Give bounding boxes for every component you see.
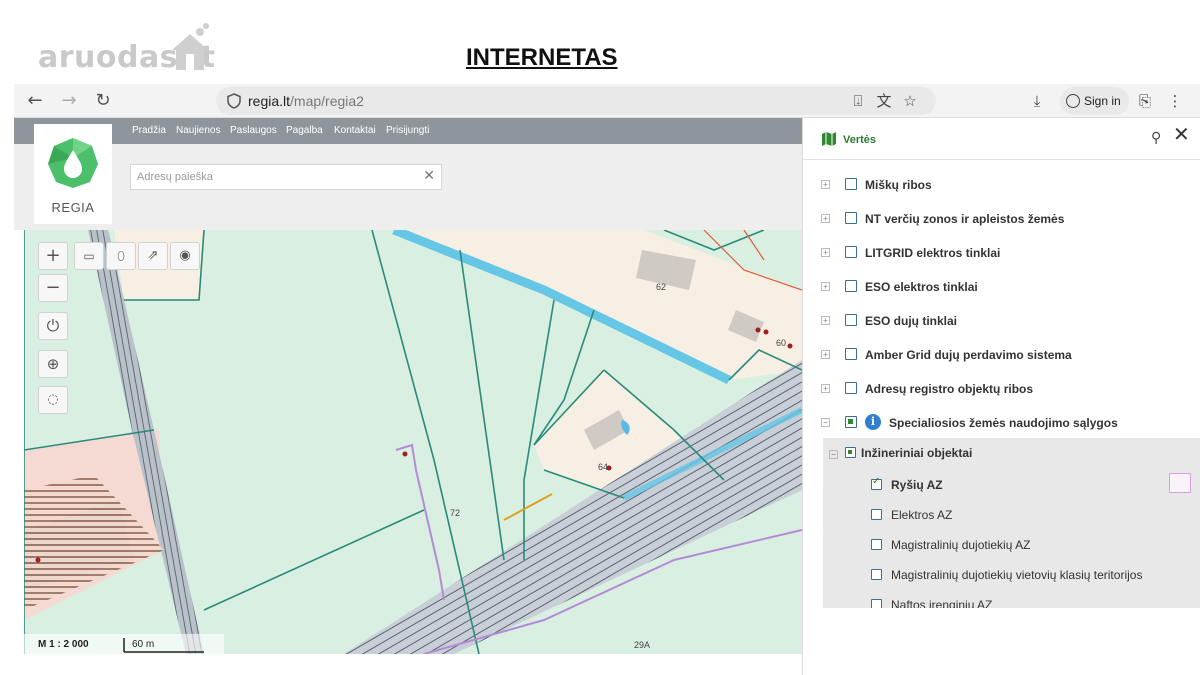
layer-item[interactable]: + ESO elektros tinklai [803,270,1200,304]
layer-item[interactable]: + LITGRID elektros tinklai [803,236,1200,270]
sublayer-item[interactable]: Ryšių AZ [823,470,1200,500]
address-search-input[interactable] [131,165,411,189]
expand-icon[interactable]: + [821,282,830,291]
collapse-icon[interactable]: − [821,418,830,427]
crosshair-icon[interactable]: ⊕ [38,350,68,378]
nav-services[interactable]: Paslaugos [230,125,277,136]
layer-checkbox[interactable] [871,476,882,490]
mouse-icon[interactable]: ⬯ [106,242,136,270]
layer-checkbox[interactable] [871,509,882,520]
sublayer-item[interactable]: Magistralinių dujotiekių vietovių klasių… [823,560,1200,590]
scale-bar: M 1 : 2 000 60 m [24,634,224,654]
unpin-icon[interactable]: ⚲ [1151,130,1161,146]
lasso-icon[interactable]: ◌ [38,386,68,414]
sublayer-group[interactable]: − Inžineriniai objektai [823,438,1200,468]
nav-login[interactable]: Prisijungti [386,125,429,136]
expand-icon[interactable]: + [821,384,830,393]
locate-icon[interactable]: ◉ [170,242,200,270]
layer-checkbox[interactable] [845,246,857,258]
clear-icon[interactable]: ✕ [423,168,435,184]
layer-checkbox[interactable] [871,569,882,580]
info-icon[interactable]: i [865,414,881,430]
layer-checkbox[interactable] [871,539,882,550]
layers-panel: Vertės ⚲ ✕ + Miškų ribos + NT verčių zon… [802,118,1200,675]
sublayer-list: − Inžineriniai objektai Ryšių AZ Elektro… [823,438,1200,608]
site-info-icon[interactable] [226,93,242,109]
sublayer-item[interactable]: Magistralinių dujotiekių AZ [823,530,1200,560]
expand-icon[interactable]: + [821,350,830,359]
slide-title: INTERNETAS [466,44,618,71]
layer-checkbox[interactable] [845,382,857,394]
layer-checkbox[interactable] [871,599,882,608]
layer-checkbox[interactable] [845,416,857,428]
layer-item[interactable]: + ESO dujų tinklai [803,304,1200,338]
map-label: 72 [450,508,461,518]
house-logo-icon [172,23,209,70]
nav-help[interactable]: Pagalba [286,125,323,136]
site-nav: Pradžia Naujienos Paslaugos Pagalba Kont… [14,118,802,144]
layer-item[interactable]: + Miškų ribos [803,168,1200,202]
regia-logo-icon [48,138,98,188]
layer-item[interactable]: + NT verčių zonos ir apleistos žemės [803,202,1200,236]
layer-checkbox[interactable] [845,314,857,326]
forward-arrow-icon[interactable]: → [58,90,80,112]
extensions-icon[interactable]: ⎘ [1134,90,1156,112]
layer-checkbox[interactable] [845,348,857,360]
menu-dots-icon[interactable]: ⋮ [1164,90,1186,112]
downloads-icon[interactable]: ⤓ [1026,90,1048,112]
measure-icon[interactable]: ▭ [74,242,104,270]
regia-logo[interactable]: REGIA [34,124,112,224]
map-label: 60 [776,338,787,348]
profile-icon [1066,94,1080,108]
layer-checkbox[interactable] [845,280,857,292]
map-label: 29A [634,640,651,650]
url-bar[interactable]: regia.lt/map/regia2 ⍗ 文 ☆ [216,87,936,115]
site-header: Pradžia Naujienos Paslaugos Pagalba Kont… [14,118,802,230]
install-app-icon[interactable]: ⍗ [848,91,868,111]
map-icon [822,132,836,146]
legend-swatch [1169,473,1191,493]
zoom-out-button[interactable]: − [38,274,68,302]
layer-item[interactable]: + Adresų registro objektų ribos [803,372,1200,406]
power-icon[interactable]: ⏻ [38,312,68,340]
nav-contacts[interactable]: Kontaktai [334,125,376,136]
expand-icon[interactable]: + [821,180,830,189]
panel-header: Vertės ⚲ ✕ [803,118,1200,160]
sublayer-item[interactable]: Naftos įrenginių AZ [823,590,1200,608]
map-view[interactable]: 62 60 72 64 29A + − ▭ ⬯ ⇗ ◉ ⏻ ⊕ ◌ M 1 : … [24,230,802,654]
layer-checkbox[interactable] [845,212,857,224]
nav-home[interactable]: Pradžia [132,125,166,136]
layer-item[interactable]: + Amber Grid dujų perdavimo sistema [803,338,1200,372]
expand-icon[interactable]: + [821,214,830,223]
address-search[interactable]: ✕ [130,164,442,190]
back-arrow-icon[interactable]: ← [24,90,46,112]
slide: aruodas.lt INTERNETAS ← → ↻ regia.lt/map… [0,0,1200,675]
layer-checkbox[interactable] [845,447,856,458]
layer-item[interactable]: − i Specialiosios žemės naudojimo sąlygo… [803,406,1200,440]
share-icon[interactable]: ⇗ [138,242,168,270]
expand-icon[interactable]: + [821,248,830,257]
sublayer-item[interactable]: Elektros AZ [823,500,1200,530]
collapse-icon[interactable]: − [829,450,838,459]
close-icon[interactable]: ✕ [1173,122,1190,146]
map-label: 62 [656,282,667,292]
url-text: regia.lt/map/regia2 [248,93,364,109]
sign-in-button[interactable]: Sign in [1060,87,1129,115]
map-label: 64 [598,462,609,472]
map-canvas[interactable] [24,230,802,654]
expand-icon[interactable]: + [821,316,830,325]
translate-icon[interactable]: 文 [874,91,894,111]
zoom-in-button[interactable]: + [38,242,68,270]
browser-toolbar: ← → ↻ regia.lt/map/regia2 ⍗ 文 ☆ ⤓ Sign i… [14,84,1200,118]
nav-news[interactable]: Naujienos [176,125,220,136]
bookmark-star-icon[interactable]: ☆ [900,91,920,111]
layer-checkbox[interactable] [845,178,857,190]
reload-icon[interactable]: ↻ [92,90,114,112]
